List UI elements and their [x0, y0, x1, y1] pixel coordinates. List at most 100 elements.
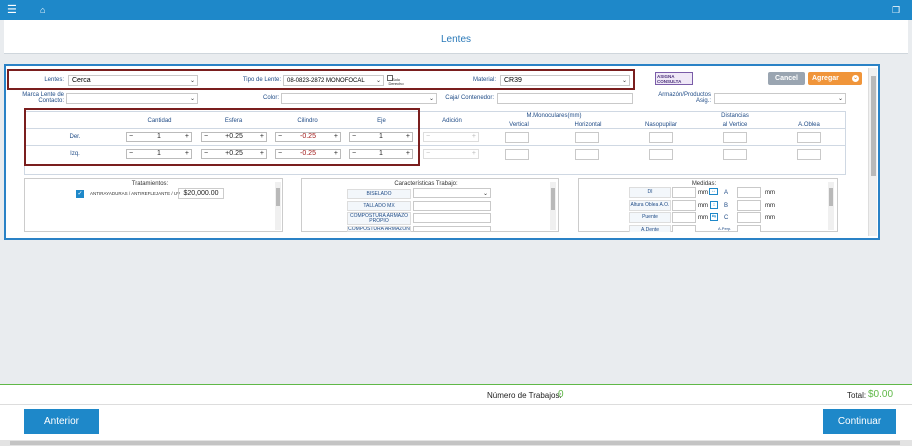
- armazon-label: Armazón/Productos Asig.:: [658, 92, 711, 104]
- alvertice-header: al Vertice: [722, 122, 748, 128]
- cantidad-izq-stepper[interactable]: −1 +: [126, 149, 192, 159]
- compostura-propio-input[interactable]: [413, 213, 491, 223]
- a-input[interactable]: [737, 187, 761, 198]
- panel-scrollbar[interactable]: [868, 68, 877, 236]
- horizontal-izq-input[interactable]: [575, 149, 599, 160]
- total-value: $0.00: [868, 389, 894, 400]
- nasopupilar-izq-input[interactable]: [649, 149, 673, 160]
- tratamiento-price: $20,000.00: [178, 188, 224, 199]
- color-select[interactable]: ⌄: [281, 93, 437, 104]
- continuar-button[interactable]: Continuar: [823, 409, 896, 434]
- row-label-der: Der.: [69, 134, 81, 140]
- caracteristicas-title: Características Trabajo:: [394, 181, 458, 187]
- tipo-lente-label: Tipo de Lente:: [242, 77, 281, 83]
- cilindro-der-stepper[interactable]: − -0.25 +: [275, 132, 341, 142]
- home-icon[interactable]: ⌂: [40, 4, 45, 16]
- biselado-select[interactable]: ⌄: [413, 188, 491, 198]
- chevron-down-icon: ⌄: [837, 96, 843, 102]
- caracteristica-compostura-propio: COMPOSTURA ARMAZO PROPIO: [347, 212, 411, 225]
- cilindro-izq-stepper[interactable]: − -0.25 +: [275, 149, 341, 159]
- b-unit: mm: [765, 203, 775, 209]
- marca-label: Marca Lente de Contacto:: [22, 92, 64, 104]
- distancias-header: Distancias: [721, 113, 749, 119]
- horizontal-der-input[interactable]: [575, 132, 599, 143]
- esfera-izq-stepper[interactable]: − +0.25 +: [201, 149, 267, 159]
- adicion-izq-stepper[interactable]: − +: [423, 149, 479, 159]
- vertical-header: Vertical: [509, 122, 529, 128]
- caracteristicas-scrollbar[interactable]: [550, 182, 556, 230]
- adicion-header: Adición: [442, 118, 462, 124]
- adicion-der-stepper[interactable]: − +: [423, 132, 479, 142]
- nasopupilar-der-input[interactable]: [649, 132, 673, 143]
- compostura-input[interactable]: [413, 226, 491, 232]
- cantidad-der-stepper[interactable]: −1 +: [126, 132, 192, 142]
- hamburger-icon[interactable]: ☰: [7, 4, 17, 16]
- footer-bar: [0, 384, 912, 446]
- medidas-scrollbar[interactable]: [828, 182, 834, 230]
- c-unit: mm: [765, 215, 775, 221]
- b-input[interactable]: [737, 200, 761, 211]
- material-select[interactable]: CR39 ⌄: [500, 75, 630, 86]
- medida-di: DI: [629, 187, 671, 198]
- arrows-horizontal-icon[interactable]: ↔: [709, 188, 718, 195]
- horizontal-header: Horizontal: [574, 122, 602, 128]
- aoblea-header: A.Oblea: [798, 122, 820, 128]
- eje-der-stepper[interactable]: −1 +: [349, 132, 413, 142]
- asigna-consulta-button[interactable]: ASIGNA CONSULTA: [655, 72, 693, 85]
- di-input[interactable]: [672, 187, 696, 198]
- trabajos-value: 0: [558, 389, 564, 400]
- medidas-title: Medidas:: [691, 181, 717, 187]
- horizontal-scrollbar[interactable]: [0, 440, 912, 446]
- esfera-der-stepper[interactable]: − +0.25 +: [201, 132, 267, 142]
- monoculares-header: M.Monoculares(mm): [526, 113, 582, 119]
- a-unit: mm: [765, 190, 775, 196]
- cancel-button[interactable]: Cancel: [768, 72, 805, 85]
- puente-input[interactable]: [672, 212, 696, 223]
- anterior-button[interactable]: Anterior: [24, 409, 99, 434]
- caracteristica-biselado: BISELADO: [347, 189, 411, 199]
- alvertice-izq-input[interactable]: [723, 149, 747, 160]
- vertical-der-input[interactable]: [505, 132, 529, 143]
- material-label: Material:: [472, 77, 496, 83]
- adente-input[interactable]: [672, 225, 696, 232]
- lentes-label: Lentes:: [44, 77, 64, 83]
- tratamientos-title: Tratamientos:: [131, 181, 169, 187]
- marca-select[interactable]: ⌄: [66, 93, 198, 104]
- altura-input[interactable]: [672, 200, 696, 211]
- agregar-button[interactable]: Agregar ⌄: [808, 72, 862, 85]
- lentes-select[interactable]: Cerca ⌄: [68, 75, 198, 86]
- medida-adente: A.Dente: [629, 225, 671, 232]
- aperp-input[interactable]: [737, 225, 761, 232]
- solo-derecho-label: Solo Derecho: [388, 77, 404, 86]
- restore-icon[interactable]: ❐: [892, 4, 900, 16]
- armazon-select[interactable]: ⌄: [714, 93, 846, 104]
- medida-b: B: [724, 203, 729, 209]
- total-label: Total:: [847, 391, 867, 400]
- chevron-down-icon: ⌄: [621, 78, 627, 84]
- cilindro-header: Cilindro: [297, 118, 318, 124]
- tratamiento-checkbox[interactable]: ✓: [76, 190, 84, 198]
- tratamientos-scrollbar[interactable]: [275, 182, 281, 230]
- eje-header: Eje: [377, 118, 386, 124]
- chevron-down-icon: ⌄: [428, 96, 434, 102]
- di-unit: mm: [698, 190, 708, 196]
- eje-izq-stepper[interactable]: −1 +: [349, 149, 413, 159]
- aoblea-izq-input[interactable]: [797, 149, 821, 160]
- tipo-lente-select[interactable]: 08-0823-2872 MONOFOCAL ⌄: [283, 75, 384, 86]
- vertical-izq-input[interactable]: [505, 149, 529, 160]
- arrows-vertical-icon[interactable]: ↕: [710, 201, 718, 209]
- caja-input[interactable]: [497, 93, 633, 104]
- top-bar: ☰ ⌂ ❐: [0, 0, 912, 20]
- aoblea-der-input[interactable]: [797, 132, 821, 143]
- color-label: Color:: [262, 95, 279, 101]
- page-title: Lentes: [440, 34, 472, 45]
- page-header: Lentes: [4, 20, 908, 54]
- medida-a: A: [724, 190, 729, 196]
- puente-unit: mm: [698, 215, 708, 221]
- c-input[interactable]: [737, 212, 761, 223]
- tallado-input[interactable]: [413, 201, 491, 211]
- link-icon[interactable]: ⇆: [710, 213, 718, 221]
- alvertice-der-input[interactable]: [723, 132, 747, 143]
- cantidad-header: Cantidad: [147, 118, 172, 124]
- chevron-down-icon: ⌄: [375, 78, 381, 84]
